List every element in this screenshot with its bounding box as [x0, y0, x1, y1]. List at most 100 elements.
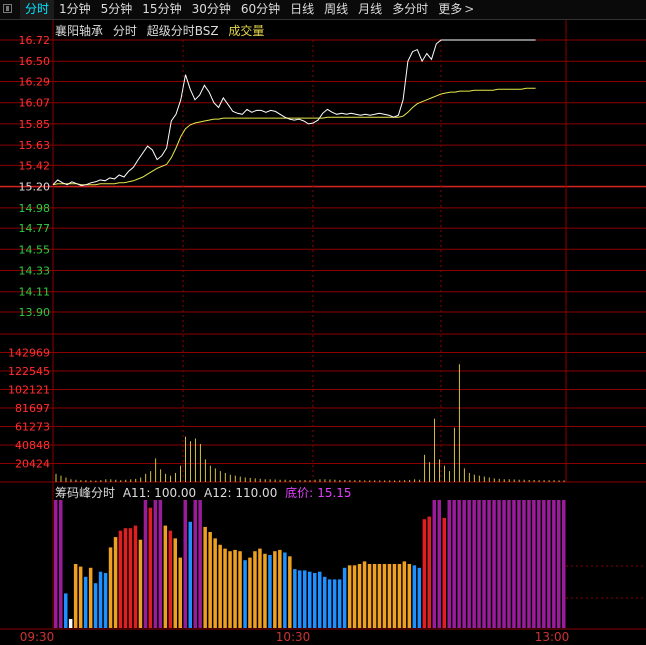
chip-bar — [462, 500, 466, 628]
chip-bar — [357, 564, 362, 628]
chip-bar — [477, 500, 481, 628]
chip-bar — [133, 525, 138, 628]
chip-bar — [502, 500, 506, 628]
chip-bar — [308, 571, 312, 628]
chip-bar — [392, 564, 397, 628]
chip-bar — [273, 551, 277, 628]
chip-bar — [83, 576, 88, 628]
chip-bar — [327, 579, 332, 628]
price-tick-label: 15.63 — [19, 139, 51, 152]
chip-bar — [263, 553, 267, 628]
chip-bar — [88, 567, 93, 628]
chip-bar — [457, 500, 461, 628]
chip-bar — [347, 565, 352, 628]
price-tick-label: 16.50 — [19, 55, 51, 68]
chip-bar — [238, 551, 242, 628]
price-tick-label: 14.77 — [19, 222, 51, 235]
price-tick-label: 14.98 — [19, 202, 51, 215]
price-tick-label: 16.29 — [19, 75, 51, 88]
chip-bar — [352, 565, 357, 628]
intraday-chart[interactable]: 16.72 16.50 16.29 16.07 15.85 15.63 15.42 15.20… — [0, 0, 646, 645]
price-tick-label: 15.42 — [19, 159, 51, 172]
chip-bar — [447, 500, 451, 628]
chip-bar — [54, 500, 58, 628]
chip-bar — [342, 567, 347, 628]
chip-bar — [497, 500, 501, 628]
chip-bar — [467, 500, 471, 628]
chip-bar — [68, 619, 73, 628]
chip-bar — [547, 500, 551, 628]
price-tick-label: 14.33 — [19, 265, 51, 278]
price-tick-label: 14.55 — [19, 243, 51, 256]
chip-bar — [218, 544, 222, 628]
price-tick-label: 16.72 — [19, 34, 51, 47]
chip-bar — [233, 549, 237, 628]
chip-bar — [93, 583, 98, 628]
chip-bar — [367, 564, 372, 628]
chip-bar — [318, 571, 322, 628]
chip-bar — [417, 567, 422, 628]
chip-bar — [258, 548, 262, 628]
chip-bar — [532, 500, 536, 628]
chip-bar — [143, 500, 148, 628]
chip-bar — [158, 500, 163, 628]
chip-bar — [412, 565, 417, 628]
volume-tick-label: 122545 — [8, 365, 50, 378]
chip-bar — [64, 593, 68, 628]
volume-tick-label: 81697 — [15, 402, 50, 415]
price-tick-label: 15.20 — [19, 181, 51, 194]
chip-bar — [153, 500, 158, 628]
chip-bar — [148, 507, 153, 628]
chip-bar — [407, 564, 412, 628]
chip-bar — [78, 566, 83, 628]
chip-bar — [298, 570, 302, 628]
price-tick-label: 15.85 — [19, 118, 51, 131]
chip-bar — [123, 528, 128, 628]
chip-bar — [422, 519, 427, 628]
chip-bar — [73, 564, 78, 628]
chip-bar — [362, 561, 367, 628]
chip-bar — [128, 528, 133, 628]
chip-bar — [118, 530, 123, 628]
chip-bar — [402, 561, 407, 628]
time-tick-label: 13:00 — [535, 630, 570, 644]
chip-bar — [537, 500, 541, 628]
chip-bar — [382, 564, 387, 628]
volume-tick-label: 61273 — [15, 420, 50, 433]
chip-bar — [163, 525, 168, 628]
chip-bar — [507, 500, 511, 628]
chip-bar — [442, 517, 446, 628]
price-tick-label: 16.07 — [19, 97, 51, 110]
chip-bar — [243, 560, 247, 628]
chip-bar — [193, 500, 197, 628]
chip-bar — [482, 500, 486, 628]
volume-tick-label: 102121 — [8, 383, 50, 396]
volume-tick-label: 20424 — [15, 458, 50, 471]
chip-bar — [278, 549, 282, 628]
chip-bar — [178, 557, 182, 628]
chip-bar — [372, 564, 377, 628]
chip-bar — [293, 569, 297, 628]
chip-bar — [98, 571, 103, 628]
time-tick-label: 09:30 — [20, 630, 55, 644]
chip-bar — [283, 552, 287, 628]
chip-bar — [108, 547, 113, 628]
chip-bar — [138, 539, 143, 628]
chip-bar — [512, 500, 516, 628]
chip-bar — [562, 500, 566, 628]
chip-bar — [213, 538, 217, 628]
chip-bar — [103, 573, 108, 628]
chip-bar — [223, 548, 227, 628]
chip-bar — [377, 564, 382, 628]
chip-bar — [452, 500, 456, 628]
chip-bar — [113, 537, 118, 628]
chip-bar — [522, 500, 526, 628]
chip-bar — [472, 500, 476, 628]
time-tick-label: 10:30 — [276, 630, 311, 644]
chip-bar — [437, 500, 441, 628]
chip-bar — [492, 500, 496, 628]
chip-bar — [253, 551, 257, 628]
chip-bar — [228, 551, 232, 628]
chip-bar — [332, 579, 337, 628]
chip-bar — [517, 500, 521, 628]
